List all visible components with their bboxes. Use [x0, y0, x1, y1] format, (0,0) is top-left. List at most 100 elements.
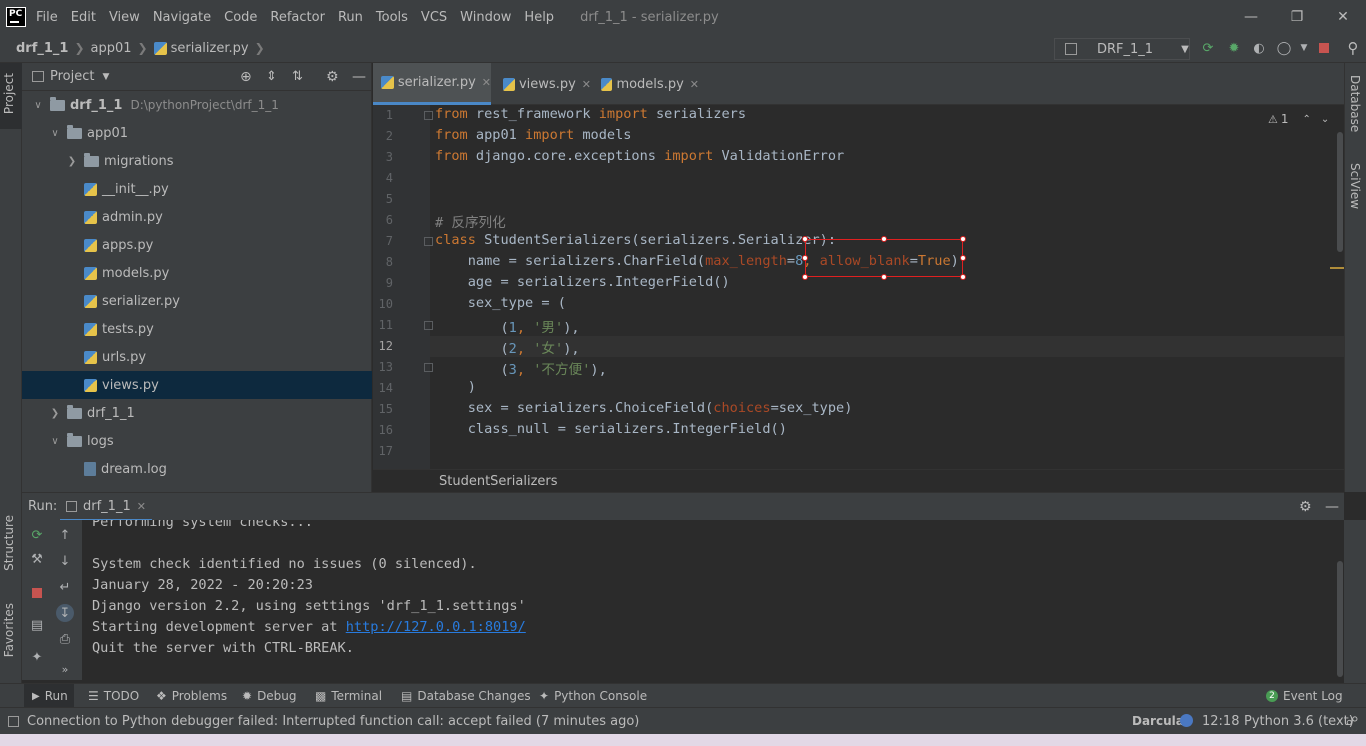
fold-marker-icon[interactable] — [424, 321, 433, 330]
chevron-down-icon[interactable]: ▼ — [102, 72, 109, 82]
hide-panel-icon[interactable]: — — [1325, 499, 1339, 515]
gear-icon[interactable]: ⚙ — [326, 69, 339, 85]
breadcrumb-file[interactable]: serializer.py — [153, 41, 249, 56]
print-icon[interactable]: ⎙ — [56, 630, 74, 648]
run-tab[interactable]: drf_1_1 ✕ — [60, 493, 152, 521]
database-changes-tool-button[interactable]: ▤ Database Changes — [401, 684, 531, 708]
tree-item[interactable]: ❯ migrations — [22, 147, 372, 175]
resize-handle[interactable] — [802, 274, 808, 280]
problems-tool-button[interactable]: ❖ Problems — [156, 684, 227, 708]
locate-icon[interactable]: ⊕ — [240, 69, 252, 85]
fold-marker-icon[interactable] — [424, 111, 433, 120]
debug-tool-button[interactable]: ✹ Debug — [242, 684, 297, 708]
more-actions-icon[interactable]: » — [56, 660, 74, 678]
project-tool-tab[interactable]: Project — [2, 73, 16, 114]
menu-run[interactable]: Run — [338, 10, 363, 25]
gear-icon[interactable]: ⚙ — [1299, 499, 1312, 515]
resize-handle[interactable] — [881, 274, 887, 280]
status-message[interactable]: Connection to Python debugger failed: In… — [27, 714, 639, 729]
debug-bug-icon[interactable]: ✹ — [1226, 40, 1242, 56]
tree-item[interactable]: urls.py — [22, 343, 372, 371]
menu-window[interactable]: Window — [460, 10, 511, 25]
python-console-tool-button[interactable]: ✦ Python Console — [539, 684, 647, 708]
tree-item[interactable]: ∨ logs — [22, 427, 372, 455]
arrow-down-icon[interactable]: ↓ — [56, 552, 74, 570]
server-url-link[interactable]: http://127.0.0.1:8019/ — [346, 619, 526, 635]
more-run-chevron-icon[interactable]: ▼ — [1296, 40, 1312, 56]
close-icon[interactable]: ✕ — [1320, 0, 1366, 34]
structure-tool-tab[interactable]: Structure — [2, 515, 16, 571]
tree-item[interactable]: admin.py — [22, 203, 372, 231]
theme-toggle-icon[interactable] — [1180, 714, 1193, 727]
chevron-up-icon[interactable]: ⌃ — [1303, 114, 1311, 125]
breadcrumb-project[interactable]: drf_1_1 — [16, 41, 68, 56]
python-interpreter[interactable]: Python 3.6 (text) — [1244, 714, 1354, 729]
tree-item[interactable]: __init__.py — [22, 175, 372, 203]
console-output[interactable]: Performing system checks... System check… — [82, 520, 1344, 680]
menu-tools[interactable]: Tools — [376, 10, 408, 25]
scroll-to-end-icon[interactable]: ↧ — [56, 604, 74, 622]
restore-icon[interactable]: ❐ — [1274, 0, 1320, 34]
caret-position[interactable]: 12:18 — [1202, 714, 1239, 729]
tree-item[interactable]: apps.py — [22, 231, 372, 259]
rerun-icon[interactable]: ⟳ — [28, 526, 46, 544]
chevron-down-icon[interactable]: ∨ — [32, 100, 44, 111]
expand-all-icon[interactable]: ⇕ — [266, 69, 277, 84]
tree-item[interactable]: views.py — [22, 371, 372, 399]
resize-handle[interactable] — [802, 255, 808, 261]
lock-icon[interactable]: ☍ — [1346, 714, 1358, 728]
tree-item[interactable]: ❯ drf_1_1 — [22, 399, 372, 427]
error-stripe-marker[interactable] — [1330, 267, 1344, 269]
layout-icon[interactable]: ▤ — [28, 616, 46, 634]
stop-icon[interactable] — [28, 584, 46, 602]
close-tab-icon[interactable]: ✕ — [137, 500, 146, 513]
menu-view[interactable]: View — [109, 10, 140, 25]
resize-handle[interactable] — [960, 255, 966, 261]
editor-scrollbar[interactable] — [1337, 132, 1343, 252]
todo-tool-button[interactable]: ☰ TODO — [88, 684, 139, 708]
breadcrumb-folder[interactable]: app01 — [91, 41, 132, 56]
tab-models[interactable]: models.py ✕ — [593, 63, 699, 105]
tree-item[interactable]: tests.py — [22, 315, 372, 343]
rerun-icon[interactable]: ⟳ — [1200, 40, 1216, 56]
stop-icon[interactable] — [1316, 40, 1332, 56]
chevron-down-icon[interactable]: ⌄ — [1321, 114, 1329, 125]
tree-item[interactable]: dream.log — [22, 455, 372, 483]
code-editor[interactable]: 1 2 3 4 5 6 7 8 9 10 11 12 13 14 15 16 17 from rest_fram… — [373, 105, 1344, 469]
theme-indicator[interactable]: Darcula — [1132, 714, 1184, 728]
chevron-down-icon[interactable]: ∨ — [49, 436, 61, 447]
tree-item[interactable]: ∨ app01 — [22, 119, 372, 147]
close-tab-icon[interactable]: ✕ — [582, 78, 591, 91]
database-tool-tab[interactable]: Database — [1348, 75, 1362, 132]
pin-icon[interactable]: ✦ — [28, 648, 46, 666]
search-everywhere-icon[interactable]: ⚲ — [1345, 39, 1361, 57]
resize-handle[interactable] — [960, 236, 966, 242]
profile-icon[interactable]: ◯ — [1276, 40, 1292, 56]
run-configuration-select[interactable]: DRF_1_1 ▼ — [1054, 38, 1190, 60]
event-log-tool-button[interactable]: 2 Event Log — [1266, 684, 1343, 708]
close-tab-icon[interactable]: ✕ — [482, 76, 491, 89]
hide-panel-icon[interactable]: — — [352, 69, 366, 85]
terminal-tool-button[interactable]: ▩ Terminal — [315, 684, 382, 708]
menu-help[interactable]: Help — [524, 10, 554, 25]
project-panel-title[interactable]: Project — [50, 69, 94, 84]
resize-handle[interactable] — [802, 236, 808, 242]
minimize-icon[interactable]: — — [1228, 0, 1274, 34]
resize-handle[interactable] — [960, 274, 966, 280]
tree-item[interactable]: ∨ drf_1_1 D:\pythonProject\drf_1_1 — [22, 91, 372, 119]
favorites-tool-tab[interactable]: Favorites — [2, 603, 16, 657]
arrow-up-icon[interactable]: ↑ — [56, 526, 74, 544]
resize-handle[interactable] — [881, 236, 887, 242]
run-tool-button[interactable]: ▶ Run — [24, 684, 74, 708]
wrench-icon[interactable]: ⚒ — [28, 550, 46, 568]
soft-wrap-icon[interactable]: ↵ — [56, 578, 74, 596]
menu-file[interactable]: File — [36, 10, 58, 25]
sciview-tool-tab[interactable]: SciView — [1348, 163, 1362, 209]
fold-marker-icon[interactable] — [424, 363, 433, 372]
tab-views[interactable]: views.py ✕ — [495, 63, 591, 105]
menu-vcs[interactable]: VCS — [421, 10, 447, 25]
close-tab-icon[interactable]: ✕ — [690, 78, 699, 91]
breadcrumb-class[interactable]: StudentSerializers — [439, 474, 558, 489]
coverage-icon[interactable]: ◐ — [1251, 40, 1267, 56]
menu-refactor[interactable]: Refactor — [270, 10, 325, 25]
